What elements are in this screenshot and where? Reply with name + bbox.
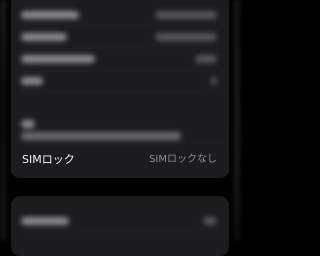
blurred-row bbox=[11, 92, 229, 142]
sim-lock-value: SIMロックなし bbox=[149, 154, 217, 165]
blurred-row bbox=[11, 4, 229, 26]
blurred-row bbox=[11, 70, 229, 92]
right-edge-blur bbox=[234, 0, 240, 240]
secondary-info-group bbox=[11, 196, 229, 256]
device-info-group: SIMロック SIMロックなし bbox=[11, 0, 229, 178]
left-edge-blur bbox=[0, 0, 6, 240]
blurred-info-rows bbox=[11, 196, 229, 256]
about-settings-screen: SIMロック SIMロックなし bbox=[0, 0, 240, 256]
blurred-row bbox=[11, 26, 229, 48]
blurred-row bbox=[11, 210, 229, 232]
sim-lock-label: SIMロック bbox=[22, 153, 75, 166]
sim-lock-row: SIMロック SIMロックなし bbox=[11, 146, 229, 175]
blurred-row bbox=[11, 48, 229, 70]
